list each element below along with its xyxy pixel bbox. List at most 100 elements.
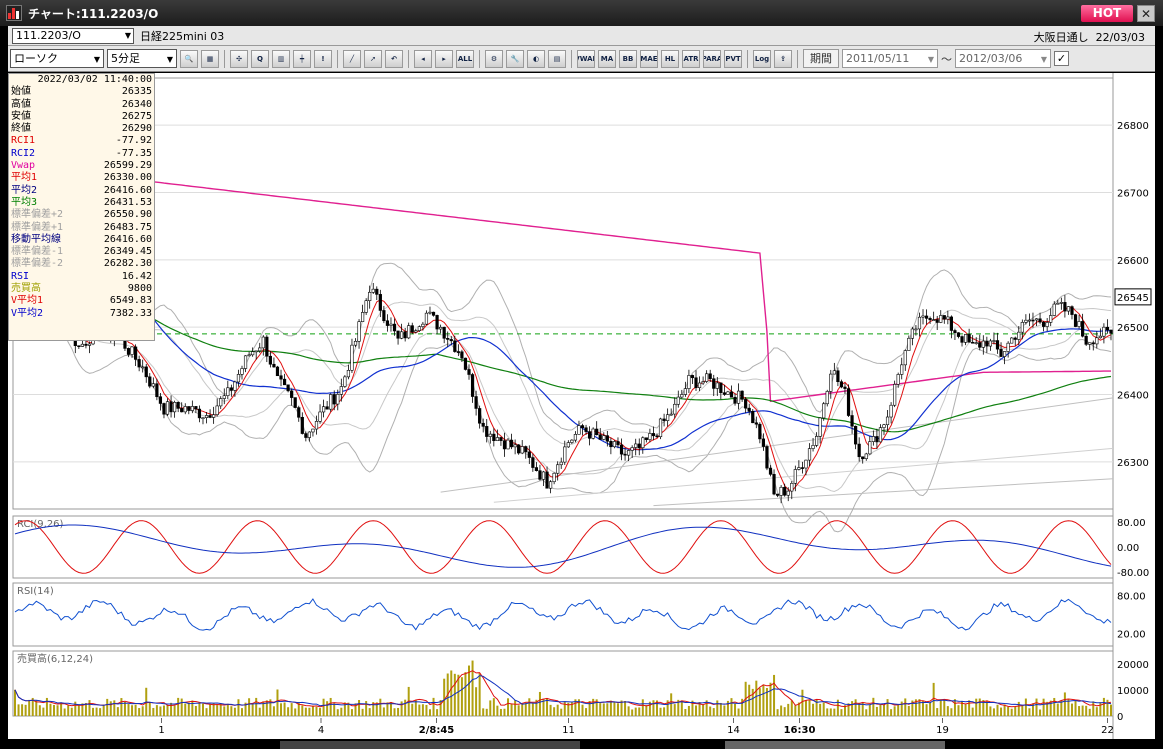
candle-button[interactable]: ┿ xyxy=(293,49,311,68)
export-button[interactable]: ⇪ xyxy=(774,49,792,68)
draw-line-button[interactable]: ╱ xyxy=(343,49,361,68)
volume-bar xyxy=(609,700,612,716)
volume-bar xyxy=(1017,701,1020,716)
volume-bar xyxy=(237,699,240,716)
candle-body xyxy=(1059,302,1063,304)
hot-button[interactable]: HOT xyxy=(1081,5,1133,22)
volume-bar xyxy=(737,708,740,716)
chart-area[interactable]: 26800 26700 26600 26500 26400 26300 26545 80.00… xyxy=(8,73,1155,739)
tool-button[interactable]: 🔧 xyxy=(506,49,524,68)
candle-body xyxy=(417,326,421,331)
x-axis-label: 1 xyxy=(158,725,164,736)
volume-bar xyxy=(1007,706,1010,716)
volume-bar xyxy=(382,707,385,716)
undo-icon: ↶ xyxy=(391,54,397,63)
zoom-button[interactable]: 🔍 xyxy=(180,49,198,68)
volume-bar xyxy=(907,705,910,716)
mae-button[interactable]: MAE xyxy=(640,49,658,68)
ma-button[interactable]: MA xyxy=(598,49,616,68)
bb-button[interactable]: BB xyxy=(619,49,637,68)
candle-body xyxy=(1013,337,1017,340)
search-button[interactable]: Q xyxy=(251,49,269,68)
volume-bar xyxy=(428,709,431,716)
app-chart-icon xyxy=(6,5,22,21)
alert-button[interactable]: ! xyxy=(314,49,332,68)
period-button[interactable]: 期間 xyxy=(803,49,839,68)
quote-date: 22/03/03 xyxy=(1095,31,1145,44)
rci-tick-label: 80.00 xyxy=(1117,518,1146,529)
volume-bar xyxy=(503,708,506,716)
close-button[interactable]: ✕ xyxy=(1137,5,1155,22)
candle-body xyxy=(1063,302,1067,312)
candle-body xyxy=(999,348,1003,357)
candle-body xyxy=(204,415,209,418)
candle-body xyxy=(577,425,581,435)
volume-bar xyxy=(361,708,364,716)
atr-button[interactable]: ATR xyxy=(682,49,700,68)
all-button[interactable]: ALL xyxy=(456,49,474,68)
symbol-select[interactable]: 111.2203/O xyxy=(12,27,134,44)
log-button[interactable]: Log xyxy=(753,49,771,68)
window-titlebar: チャート:111.2203/O xyxy=(0,0,1163,26)
candle-icon: ┿ xyxy=(299,54,305,63)
volume-bar xyxy=(964,704,967,716)
settings-button[interactable]: ⚙ xyxy=(485,49,503,68)
candle-body xyxy=(378,294,382,311)
date-from-field[interactable]: 2011/05/11 xyxy=(842,49,938,68)
bottom-scrollbar[interactable] xyxy=(0,739,1163,749)
layout-button[interactable]: ▤ xyxy=(548,49,566,68)
volume-bar xyxy=(507,698,510,716)
period-checkbox[interactable]: ✓ xyxy=(1054,51,1069,66)
crosshair-button[interactable]: ✣ xyxy=(230,49,248,68)
candle-body xyxy=(846,388,851,416)
chart-type-select[interactable]: ローソク xyxy=(10,49,104,68)
candle-right-button[interactable]: ▸ xyxy=(435,49,453,68)
bar-chart-button[interactable]: ▥ xyxy=(272,49,290,68)
rsi-tick-label: 20.00 xyxy=(1117,629,1146,640)
parabolic-button[interactable]: PARA xyxy=(703,49,721,68)
scroll-thumb[interactable] xyxy=(725,741,945,749)
palette-button[interactable]: ◐ xyxy=(527,49,545,68)
volume-bar xyxy=(939,699,942,716)
candle-body xyxy=(474,396,478,409)
volume-bar xyxy=(978,698,981,716)
data-window-value: 26416.60 xyxy=(103,184,152,196)
candle-body xyxy=(439,326,443,330)
candle-body xyxy=(190,406,194,411)
candle-body xyxy=(563,446,567,463)
volume-bar xyxy=(709,706,712,716)
volume-bar xyxy=(162,705,165,716)
volume-bar xyxy=(308,707,311,716)
undo-button[interactable]: ↶ xyxy=(385,49,403,68)
interval-select[interactable]: 5分足 xyxy=(107,49,177,68)
candle-body xyxy=(676,396,680,405)
candle-left-button[interactable]: ◂ xyxy=(414,49,432,68)
vwap-button[interactable]: VWAP xyxy=(577,49,595,68)
candle-body xyxy=(896,374,900,385)
candle-body xyxy=(616,441,620,446)
volume-bar xyxy=(233,707,236,716)
candle-body xyxy=(662,418,666,421)
volume-bar xyxy=(1021,705,1024,716)
candle-body xyxy=(368,292,372,301)
candle-body xyxy=(829,373,833,392)
candle-body xyxy=(350,344,354,371)
grid-button[interactable]: ▦ xyxy=(201,49,219,68)
volume-bar xyxy=(723,705,726,716)
candle-body xyxy=(917,316,922,330)
volume-bar xyxy=(28,699,31,716)
volume-bar xyxy=(432,697,435,716)
volume-bar xyxy=(922,701,925,716)
date-to-field[interactable]: 2012/03/06 xyxy=(955,49,1051,68)
data-window-row: 標準偏差-2 26282.30 xyxy=(11,258,152,270)
rsi-panel-title: RSI(14) xyxy=(17,586,54,597)
panel-rci xyxy=(12,515,1114,579)
volume-bar xyxy=(1014,706,1017,716)
chart-canvas[interactable]: 26800 26700 26600 26500 26400 26300 26545 80.00… xyxy=(8,73,1155,739)
hl-button[interactable]: HL xyxy=(661,49,679,68)
pvt-button[interactable]: PVT xyxy=(724,49,742,68)
data-window-label: 移動平均線 xyxy=(11,233,61,245)
pointer-button[interactable]: ➚ xyxy=(364,49,382,68)
candle-body xyxy=(683,388,687,395)
volume-bar xyxy=(602,703,605,716)
